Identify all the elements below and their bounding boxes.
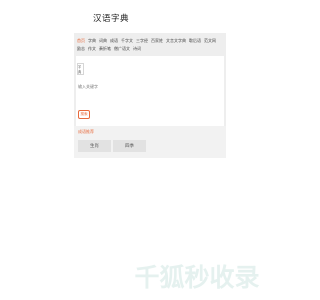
nav-item-yuwen[interactable]: 僧广语文 bbox=[114, 45, 130, 53]
nav-item-zouzhebi[interactable]: 奏折笔 bbox=[99, 45, 111, 53]
watermark-text: 千狐秒收录 bbox=[134, 263, 259, 292]
nav-item-zuowen[interactable]: 作文 bbox=[88, 45, 96, 53]
nav-item-fanwen[interactable]: 范文网 bbox=[204, 37, 216, 45]
recommend-list: 生肖 四季 bbox=[78, 140, 146, 152]
search-button[interactable]: 搜索 bbox=[78, 110, 90, 119]
nav-item-shici[interactable]: 诗词 bbox=[133, 45, 141, 53]
nav-item-chengyu[interactable]: 成语 bbox=[110, 37, 118, 45]
nav-item-home[interactable]: 首页 bbox=[77, 37, 85, 45]
nav-item-qianziwen[interactable]: 千字文 bbox=[121, 37, 133, 45]
recommend-title: 成语推荐 bbox=[78, 129, 94, 134]
page-title: 汉语字典 bbox=[93, 14, 130, 24]
nav-item-cidian[interactable]: 词典 bbox=[99, 37, 107, 45]
search-input[interactable] bbox=[78, 82, 218, 90]
nav-item-xiehouyu[interactable]: 歇后语 bbox=[189, 37, 201, 45]
nav-item-baijiaxing[interactable]: 百家姓 bbox=[151, 37, 163, 45]
nav-item-zidian[interactable]: 字典 bbox=[88, 37, 96, 45]
watermark-logo: 千狐秒收录 bbox=[134, 263, 259, 292]
search-type-select[interactable]: 字典 bbox=[77, 63, 84, 75]
nav-item-sanzijing[interactable]: 三字经 bbox=[136, 37, 148, 45]
search-box: 字典 搜索 bbox=[76, 56, 224, 131]
nav-item-wenyanwen[interactable]: 文言文字典 bbox=[166, 37, 186, 45]
recommend-item-siji[interactable]: 四季 bbox=[113, 140, 146, 152]
top-nav: 首页 字典 词典 成语 千字文 三字经 百家姓 文言文字典 歇后语 范文网 励志… bbox=[77, 37, 223, 53]
recommend-item-shengxiao[interactable]: 生肖 bbox=[78, 140, 111, 152]
nav-item-lizhi[interactable]: 励志 bbox=[77, 45, 85, 53]
recommend-section: 成语推荐 生肖 四季 bbox=[74, 126, 226, 158]
